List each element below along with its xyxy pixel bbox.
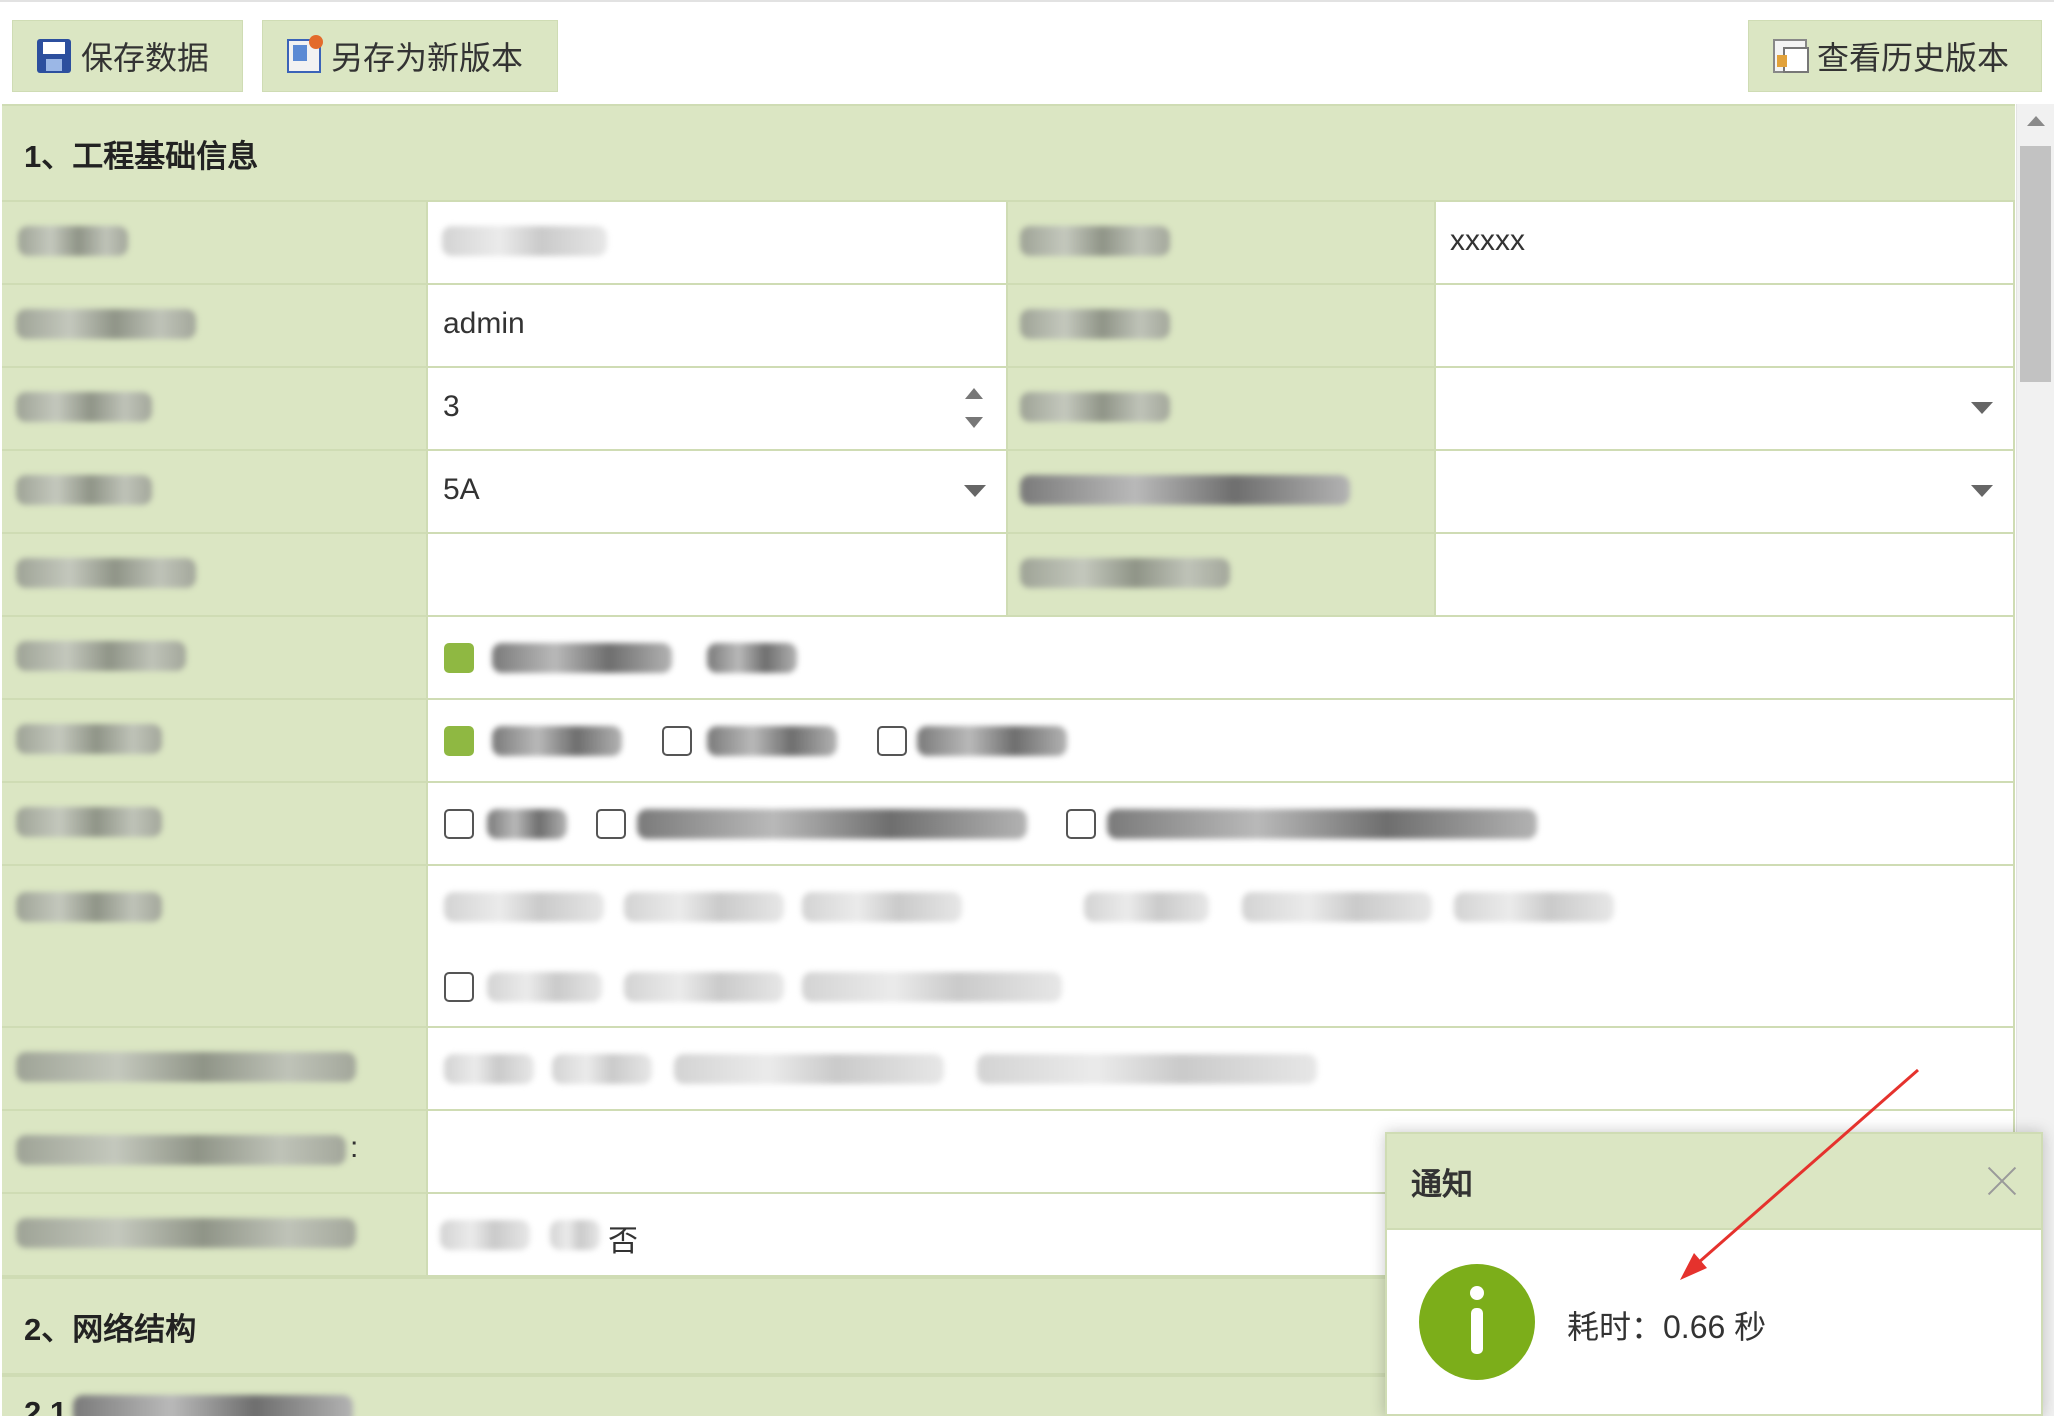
- checkbox[interactable]: [877, 726, 907, 756]
- form-row-2: admin: [2, 285, 2015, 368]
- redacted-option-label: [444, 892, 604, 922]
- save-data-label: 保存数据: [81, 40, 210, 76]
- notification-popup: 通知 耗时：0.66 秒: [1385, 1132, 2043, 1416]
- field-value[interactable]: admin: [443, 307, 525, 341]
- select-value[interactable]: 5A: [443, 473, 480, 507]
- field-label: [2, 202, 428, 283]
- field-label: [2, 1028, 428, 1109]
- save-icon: [37, 39, 71, 73]
- redacted-option-label: [674, 1054, 944, 1084]
- form-row-6: [2, 617, 2015, 700]
- chevron-down-icon[interactable]: [1971, 402, 1993, 414]
- field-label: [2, 866, 428, 1026]
- redacted-option-label: [444, 1054, 534, 1084]
- form-row-3: 3: [2, 368, 2015, 451]
- field-value[interactable]: xxxxx: [1450, 224, 1525, 258]
- checkbox-checked[interactable]: [444, 726, 474, 756]
- checkbox[interactable]: [662, 726, 692, 756]
- subsection-number: 2.1: [24, 1395, 68, 1416]
- checkbox-checked[interactable]: [444, 643, 474, 673]
- view-history-label: 查看历史版本: [1817, 40, 2010, 76]
- redacted-option-label: [487, 809, 567, 839]
- checkbox[interactable]: [1066, 809, 1096, 839]
- scrollbar-thumb[interactable]: [2020, 146, 2051, 382]
- page: 保存数据 另存为新版本 查看历史版本 1、工程基础信息 xxxxx admin: [0, 0, 2054, 1416]
- save-as-icon: [287, 35, 323, 73]
- field-label: [2, 368, 428, 449]
- field-label: [1006, 368, 1436, 449]
- form-row-4: 5A: [2, 451, 2015, 534]
- field-label: [1006, 451, 1436, 532]
- history-icon: [1773, 39, 1809, 73]
- toolbar: 保存数据 另存为新版本 查看历史版本: [0, 0, 2054, 103]
- field-label: [2, 451, 428, 532]
- save-data-button[interactable]: 保存数据: [12, 20, 243, 92]
- notification-title: 通知: [1387, 1134, 2041, 1230]
- field-label: [2, 700, 428, 781]
- redacted-value: [442, 226, 607, 256]
- redacted-option-label: [802, 972, 1062, 1002]
- number-input-value[interactable]: 3: [443, 390, 460, 424]
- option-label-no: 否: [608, 1225, 638, 1258]
- field-label: [2, 285, 428, 366]
- form-row-5: [2, 534, 2015, 617]
- redacted-option-label: [440, 1220, 530, 1250]
- redacted-option-label: [707, 643, 797, 673]
- redacted-option-label: [1242, 892, 1432, 922]
- field-label-colon: :: [350, 1131, 359, 1164]
- save-as-new-version-button[interactable]: 另存为新版本: [262, 20, 558, 92]
- redacted-option-label: [977, 1054, 1317, 1084]
- redacted-option-label: [917, 726, 1067, 756]
- redacted-option-label: [637, 809, 1027, 839]
- redacted-option-label: [552, 1054, 652, 1084]
- redacted-option-label: [487, 972, 602, 1002]
- scroll-up-arrow-icon[interactable]: [2027, 116, 2045, 126]
- field-label: [2, 617, 428, 698]
- redacted-option-label: [707, 726, 837, 756]
- number-spinner[interactable]: [964, 386, 984, 430]
- redacted-option-label: [1084, 892, 1209, 922]
- form-row-7: [2, 700, 2015, 783]
- field-label: [2, 783, 428, 864]
- view-history-button[interactable]: 查看历史版本: [1748, 20, 2042, 92]
- redacted-subsection-title: [73, 1395, 354, 1416]
- chevron-down-icon[interactable]: [1971, 485, 1993, 497]
- form-row-10: [2, 1028, 2015, 1111]
- redacted-option-label: [1107, 809, 1537, 839]
- form-row-8: [2, 783, 2015, 866]
- field-label: [1006, 202, 1436, 283]
- form-row-1: xxxxx: [2, 202, 2015, 285]
- redacted-option-label: [492, 643, 672, 673]
- checkbox[interactable]: [444, 972, 474, 1002]
- checkbox[interactable]: [444, 809, 474, 839]
- redacted-option-label: [492, 726, 622, 756]
- notification-message: 耗时：0.66 秒: [1567, 1309, 1767, 1345]
- field-label: [1006, 534, 1436, 615]
- redacted-option-label: [624, 972, 784, 1002]
- save-as-label: 另存为新版本: [331, 40, 524, 76]
- form-row-9: [2, 866, 2015, 1028]
- info-icon: [1419, 1264, 1535, 1380]
- redacted-option-label: [802, 892, 962, 922]
- field-label: [1006, 285, 1436, 366]
- chevron-down-icon[interactable]: [964, 485, 986, 497]
- section-title-basic-info: 1、工程基础信息: [2, 104, 2015, 202]
- redacted-option-label: [624, 892, 784, 922]
- redacted-option-label: [1454, 892, 1614, 922]
- field-label: [2, 534, 428, 615]
- field-label: :: [2, 1111, 428, 1192]
- redacted-option-label: [550, 1220, 600, 1250]
- close-icon[interactable]: [1985, 1164, 2019, 1198]
- field-label: [2, 1194, 428, 1275]
- checkbox[interactable]: [596, 809, 626, 839]
